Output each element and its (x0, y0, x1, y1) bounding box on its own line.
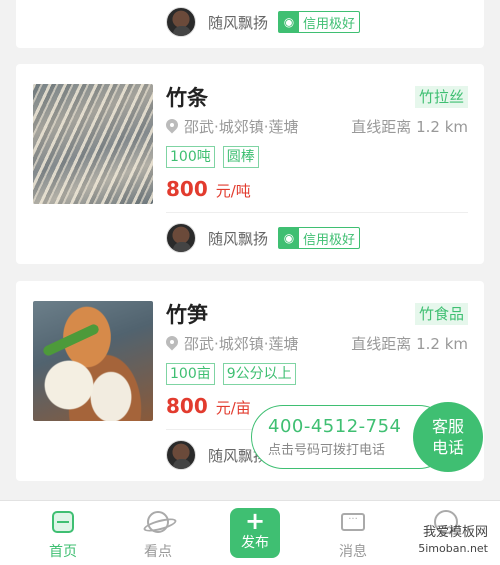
avatar[interactable] (166, 223, 196, 253)
distance-text: 直线距离 1.2 km (351, 118, 468, 136)
location-row: 邵武·城郊镇·莲塘 直线距离 1.2 km (166, 116, 468, 137)
spec-tag: 100吨 (166, 146, 215, 168)
spec-tag: 9公分以上 (222, 363, 296, 385)
customer-service-float: 400-4512-754 点击号码可拨打电话 客服 电话 (251, 402, 483, 472)
watermark-line1: 我爱模板网 (422, 525, 488, 540)
credit-label: 信用极好 (303, 232, 356, 248)
avatar[interactable] (166, 7, 196, 37)
credit-icon: ◉ (279, 228, 300, 248)
tab-discover[interactable]: 看点 (128, 509, 188, 561)
credit-label: 信用极好 (303, 16, 356, 32)
location-text: 邵武·城郊镇·莲塘 (184, 335, 299, 353)
location-text: 邵武·城郊镇·莲塘 (184, 118, 299, 136)
planet-icon (147, 511, 169, 533)
seller-name: 随风飘扬 (208, 229, 269, 248)
tab-home[interactable]: 首页 (33, 509, 93, 561)
spec-tags: 100吨 圆棒 (166, 146, 259, 168)
product-title: 竹笋 (166, 303, 208, 327)
credit-badge: ◉ 信用极好 (278, 11, 361, 33)
category-tag: 竹食品 (414, 303, 468, 325)
service-label-1: 客服 (431, 417, 464, 436)
price-value: 800 (166, 177, 208, 201)
product-image (33, 301, 153, 421)
plus-icon: + (244, 507, 266, 535)
seller-row: 随风飘扬 ◉ 信用极好 (166, 6, 361, 38)
credit-icon: ◉ (279, 12, 300, 32)
tab-messages[interactable]: ··· 消息 (323, 509, 383, 561)
seller-name: 随风飘扬 (208, 13, 269, 32)
location-pin-icon (166, 336, 178, 352)
location-pin-icon (166, 119, 178, 135)
watermark-line2: 5imoban.net (418, 542, 488, 555)
category-tag: 竹拉丝 (414, 86, 468, 108)
avatar[interactable] (166, 440, 196, 470)
price-row: 800 元/吨 (166, 177, 251, 201)
listing-card-partial[interactable]: 随风飘扬 ◉ 信用极好 (16, 0, 484, 48)
price-row: 800 元/亩 (166, 394, 251, 418)
location-row: 邵武·城郊镇·莲塘 直线距离 1.2 km (166, 333, 468, 354)
listing-card[interactable]: 竹条 竹拉丝 邵武·城郊镇·莲塘 直线距离 1.2 km 100吨 圆棒 800… (16, 64, 484, 264)
home-icon (52, 511, 74, 533)
service-label-2: 电话 (431, 438, 464, 457)
spec-tags: 100亩 9公分以上 (166, 363, 296, 385)
publish-button[interactable]: + 发布 (230, 508, 280, 558)
tab-label: 消息 (339, 544, 367, 560)
product-title: 竹条 (166, 86, 208, 110)
seller-row: 随风飘扬 ◉ 信用极好 (166, 222, 361, 254)
price-unit: 元/亩 (215, 399, 251, 417)
price-unit: 元/吨 (215, 182, 251, 200)
tab-label: 首页 (49, 544, 77, 560)
spec-tag: 100亩 (166, 363, 215, 385)
watermark: 我爱模板网 5imoban.net (418, 525, 488, 557)
price-value: 800 (166, 394, 208, 418)
product-image (33, 84, 153, 204)
distance-text: 直线距离 1.2 km (351, 335, 468, 353)
spec-tag: 圆棒 (222, 146, 259, 168)
message-icon: ··· (341, 513, 365, 531)
customer-service-button[interactable]: 客服 电话 (413, 402, 483, 472)
credit-badge: ◉ 信用极好 (278, 227, 361, 249)
tab-label: 看点 (144, 544, 172, 560)
publish-label: 发布 (241, 535, 269, 551)
divider (166, 212, 468, 213)
